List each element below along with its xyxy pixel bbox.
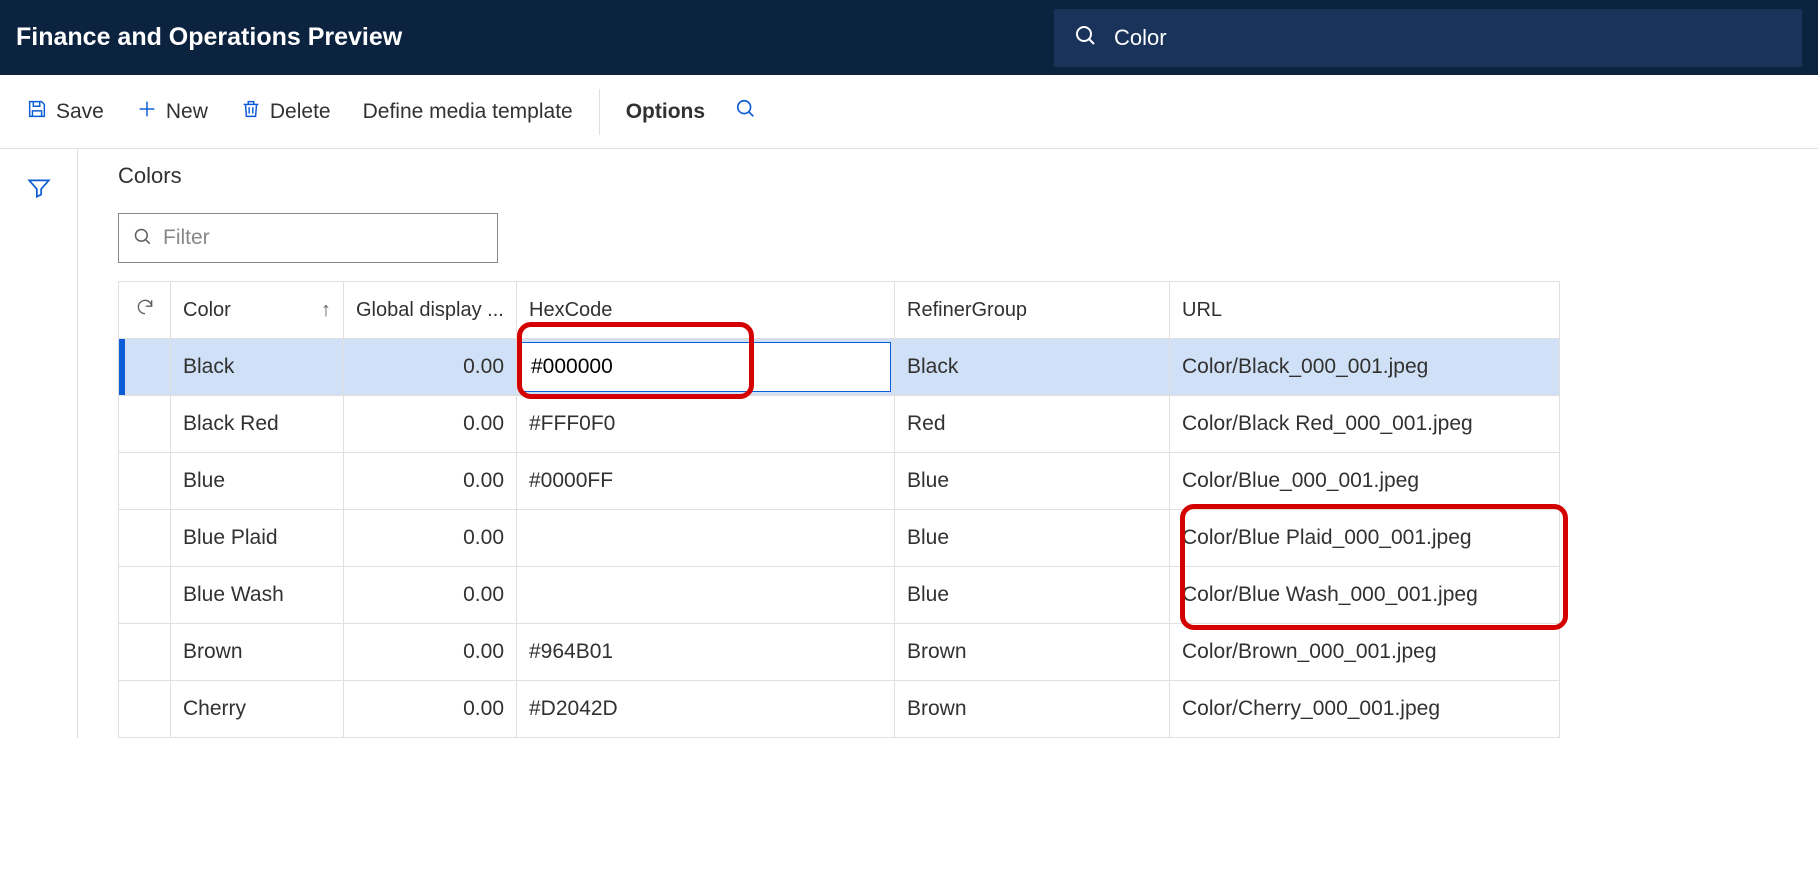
funnel-icon <box>26 175 52 204</box>
side-rail <box>0 149 78 738</box>
row-selector-cell[interactable] <box>119 453 171 509</box>
toolbar-separator <box>599 89 600 135</box>
plus-icon <box>136 98 158 126</box>
table-row[interactable]: Blue Wash0.00 BlueColor/Blue Wash_000_001… <box>119 567 1559 624</box>
cell-hexcode[interactable]: #FFF0F0 <box>517 396 895 452</box>
column-header-hexcode-label: HexCode <box>529 299 612 322</box>
row-selector-cell[interactable] <box>119 681 171 737</box>
row-selector-cell[interactable] <box>119 510 171 566</box>
search-icon <box>1074 24 1098 51</box>
action-toolbar: Save New Delete Define media template Op… <box>0 75 1818 149</box>
define-media-template-label: Define media template <box>363 100 573 124</box>
cell-global-display[interactable]: 0.00 <box>344 396 517 452</box>
filter-rail-button[interactable] <box>17 167 61 211</box>
cell-global-display[interactable]: 0.00 <box>344 681 517 737</box>
cell-url[interactable]: Color/Black_000_001.jpeg <box>1170 339 1559 395</box>
cell-color[interactable]: Blue <box>171 453 344 509</box>
table-row[interactable]: Blue0.00#0000FFBlueColor/Blue_000_001.jp… <box>119 453 1559 510</box>
global-search[interactable] <box>1054 9 1802 67</box>
cell-hexcode[interactable]: #D2042D <box>517 681 895 737</box>
column-header-hexcode[interactable]: HexCode <box>517 282 895 338</box>
search-icon <box>735 98 757 126</box>
cell-url[interactable]: Color/Cherry_000_001.jpeg <box>1170 681 1559 737</box>
row-selector-cell[interactable] <box>119 396 171 452</box>
row-selector-cell[interactable] <box>119 567 171 623</box>
app-title: Finance and Operations Preview <box>16 23 402 52</box>
new-label: New <box>166 100 208 124</box>
table-row[interactable]: Blue Plaid0.00 BlueColor/Blue Plaid_000_0… <box>119 510 1559 567</box>
cell-url[interactable]: Color/Black Red_000_001.jpeg <box>1170 396 1559 452</box>
sort-ascending-icon: ↑ <box>321 299 331 322</box>
grid-header-row: Color ↑ Global display ... HexCode Refin… <box>119 282 1559 339</box>
cell-hexcode[interactable] <box>517 567 895 623</box>
trash-icon <box>240 98 262 126</box>
cell-color[interactable]: Cherry <box>171 681 344 737</box>
save-icon <box>26 98 48 126</box>
column-header-url-label: URL <box>1182 299 1222 322</box>
column-header-refiner-group[interactable]: RefinerGroup <box>895 282 1170 338</box>
column-header-color[interactable]: Color ↑ <box>171 282 344 338</box>
column-header-global-display-label: Global display ... <box>356 299 504 322</box>
cell-refiner-group[interactable]: Brown <box>895 624 1170 680</box>
cell-url[interactable]: Color/Blue Wash_000_001.jpeg <box>1170 567 1559 623</box>
cell-refiner-group[interactable]: Black <box>895 339 1170 395</box>
save-label: Save <box>56 100 104 124</box>
cell-color[interactable]: Blue Wash <box>171 567 344 623</box>
row-selector-cell[interactable] <box>119 624 171 680</box>
cell-refiner-group[interactable]: Blue <box>895 510 1170 566</box>
cell-global-display[interactable]: 0.00 <box>344 624 517 680</box>
cell-global-display[interactable]: 0.00 <box>344 339 517 395</box>
data-grid: Color ↑ Global display ... HexCode Refin… <box>118 281 1560 738</box>
table-row[interactable]: Black0.00BlackColor/Black_000_001.jpeg <box>119 339 1559 396</box>
cell-hexcode[interactable] <box>517 339 895 395</box>
cell-color[interactable]: Black <box>171 339 344 395</box>
cell-refiner-group[interactable]: Brown <box>895 681 1170 737</box>
cell-color[interactable]: Brown <box>171 624 344 680</box>
column-header-url[interactable]: URL <box>1170 282 1559 338</box>
cell-refiner-group[interactable]: Red <box>895 396 1170 452</box>
delete-label: Delete <box>270 100 331 124</box>
app-header: Finance and Operations Preview <box>0 0 1818 75</box>
table-row[interactable]: Black Red0.00#FFF0F0RedColor/Black Red_0… <box>119 396 1559 453</box>
toolbar-search-button[interactable] <box>723 90 769 134</box>
cell-global-display[interactable]: 0.00 <box>344 567 517 623</box>
table-row[interactable]: Brown0.00#964B01BrownColor/Brown_000_001… <box>119 624 1559 681</box>
column-header-global-display[interactable]: Global display ... <box>344 282 517 338</box>
global-search-input[interactable] <box>1114 25 1782 51</box>
save-button[interactable]: Save <box>12 90 118 134</box>
options-button[interactable]: Options <box>612 92 719 132</box>
cell-color[interactable]: Blue Plaid <box>171 510 344 566</box>
grid-filter[interactable] <box>118 213 498 263</box>
section-title: Colors <box>118 163 1818 189</box>
cell-global-display[interactable]: 0.00 <box>344 453 517 509</box>
cell-url[interactable]: Color/Brown_000_001.jpeg <box>1170 624 1559 680</box>
refresh-header[interactable] <box>119 282 171 338</box>
content-area: Colors Color ↑ Global <box>78 149 1818 738</box>
cell-hexcode[interactable] <box>517 510 895 566</box>
grid-filter-input[interactable] <box>163 226 483 250</box>
cell-url[interactable]: Color/Blue_000_001.jpeg <box>1170 453 1559 509</box>
grid-body: Black0.00BlackColor/Black_000_001.jpegBl… <box>119 339 1559 738</box>
column-header-refiner-group-label: RefinerGroup <box>907 299 1027 322</box>
search-icon <box>133 227 153 250</box>
cell-hexcode[interactable]: #0000FF <box>517 453 895 509</box>
delete-button[interactable]: Delete <box>226 90 345 134</box>
table-row[interactable]: Cherry0.00#D2042DBrownColor/Cherry_000_0… <box>119 681 1559 738</box>
new-button[interactable]: New <box>122 90 222 134</box>
cell-hexcode[interactable]: #964B01 <box>517 624 895 680</box>
cell-global-display[interactable]: 0.00 <box>344 510 517 566</box>
cell-refiner-group[interactable]: Blue <box>895 567 1170 623</box>
column-header-color-label: Color <box>183 299 231 322</box>
row-selector-cell[interactable] <box>119 339 171 395</box>
cell-url[interactable]: Color/Blue Plaid_000_001.jpeg <box>1170 510 1559 566</box>
hexcode-input[interactable] <box>531 355 731 379</box>
define-media-template-button[interactable]: Define media template <box>349 92 587 132</box>
refresh-icon <box>135 297 155 323</box>
cell-refiner-group[interactable]: Blue <box>895 453 1170 509</box>
cell-color[interactable]: Black Red <box>171 396 344 452</box>
options-label: Options <box>626 100 705 124</box>
